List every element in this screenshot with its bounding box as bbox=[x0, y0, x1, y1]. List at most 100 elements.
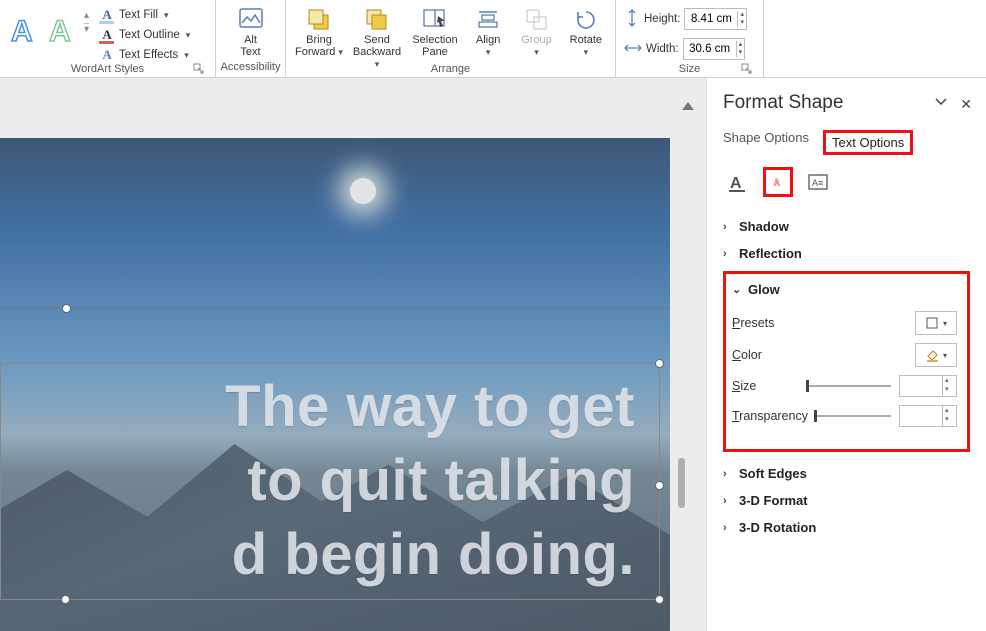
wordart-dialog-launcher[interactable] bbox=[193, 63, 205, 75]
send-backward-button[interactable]: SendBackward ▾ bbox=[352, 4, 402, 70]
spinner-down[interactable]: ▾ bbox=[738, 19, 746, 27]
glow-presets-label: Presets bbox=[732, 316, 774, 330]
size-group-label: Size bbox=[679, 63, 700, 75]
pane-title: Format Shape bbox=[723, 92, 970, 114]
chevron-down-icon: ▾ bbox=[186, 30, 191, 41]
section-soft-edges[interactable]: ›Soft Edges bbox=[723, 460, 970, 487]
text-fill-outline-tab[interactable]: A bbox=[723, 167, 753, 197]
paint-bucket-icon bbox=[925, 348, 939, 362]
svg-text:A: A bbox=[730, 175, 742, 192]
chevron-down-icon: ▾ bbox=[943, 319, 947, 328]
text-line3: d begin doing. bbox=[1, 518, 635, 592]
text-effects-icon: A bbox=[99, 47, 115, 63]
text-outline-menu[interactable]: A Text Outline ▾ bbox=[97, 26, 192, 44]
group-arrange: BringForward ▾ SendBackward ▾ SelectionP… bbox=[286, 0, 616, 77]
glow-highlight: ⌄Glow Presets ▾ Color ▾ Size bbox=[723, 271, 970, 452]
text-fill-icon: A bbox=[99, 7, 115, 23]
selection-pane-button[interactable]: SelectionPane bbox=[410, 4, 460, 58]
text-effects-tab[interactable]: A bbox=[763, 167, 793, 197]
section-3d-format[interactable]: ›3-D Format bbox=[723, 487, 970, 514]
align-icon bbox=[474, 6, 502, 32]
glow-presets-picker[interactable]: ▾ bbox=[915, 311, 957, 335]
alt-text-button[interactable]: AltText bbox=[225, 4, 277, 58]
chevron-down-icon: ▾ bbox=[164, 10, 169, 21]
pane-close-icon[interactable]: ✕ bbox=[960, 96, 972, 113]
height-label: Height: bbox=[644, 13, 680, 25]
wordart-preset-green[interactable]: A bbox=[46, 8, 76, 53]
rotate-button[interactable]: Rotate▾ bbox=[565, 4, 607, 58]
selection-handle[interactable] bbox=[655, 359, 664, 368]
spinner-up[interactable]: ▴ bbox=[943, 406, 951, 415]
selection-handle[interactable] bbox=[61, 595, 70, 604]
width-label: Width: bbox=[646, 43, 679, 55]
spinner-down[interactable]: ▾ bbox=[943, 385, 951, 394]
chevron-down-icon: ▾ bbox=[184, 50, 189, 61]
spinner-up[interactable]: ▴ bbox=[943, 376, 951, 385]
svg-text:A: A bbox=[11, 15, 33, 48]
section-reflection[interactable]: ›Reflection bbox=[723, 240, 970, 267]
align-button[interactable]: Align▾ bbox=[468, 4, 508, 58]
selection-handle[interactable] bbox=[655, 595, 664, 604]
spinner-down[interactable]: ▾ bbox=[943, 415, 951, 424]
glow-transparency-slider[interactable] bbox=[814, 414, 891, 418]
arrange-group-label: Arrange bbox=[431, 63, 470, 75]
section-glow[interactable]: ⌄Glow bbox=[732, 282, 957, 303]
group-icon bbox=[523, 6, 551, 32]
workspace: The way to get to quit talking d begin d… bbox=[0, 78, 986, 631]
spinner-down[interactable]: ▾ bbox=[737, 49, 745, 57]
scrollbar-up-icon[interactable] bbox=[682, 102, 694, 110]
wordart-group-label: WordArt Styles bbox=[71, 63, 144, 75]
svg-text:A: A bbox=[774, 177, 781, 187]
text-line1: The way to get bbox=[1, 370, 635, 444]
width-input[interactable] bbox=[684, 43, 736, 55]
glow-size-input[interactable]: ▴▾ bbox=[899, 375, 957, 397]
width-spinner[interactable]: ▴▾ bbox=[683, 38, 746, 60]
bring-forward-button[interactable]: BringForward ▾ bbox=[294, 4, 344, 58]
section-3d-rotation[interactable]: ›3-D Rotation bbox=[723, 514, 970, 541]
text-effects-label: Text Effects bbox=[119, 49, 178, 61]
accessibility-group-label: Accessibility bbox=[221, 61, 281, 73]
spinner-up[interactable]: ▴ bbox=[738, 11, 746, 19]
pane-options-chevron[interactable] bbox=[934, 96, 948, 110]
selection-pane-icon bbox=[421, 6, 449, 32]
section-shadow[interactable]: ›Shadow bbox=[723, 213, 970, 240]
spinner-up[interactable]: ▴ bbox=[737, 41, 745, 49]
height-input[interactable] bbox=[685, 13, 737, 25]
glow-transparency-input[interactable]: ▴▾ bbox=[899, 405, 957, 427]
text-line2: to quit talking bbox=[1, 444, 635, 518]
send-backward-icon bbox=[363, 6, 391, 32]
rotate-icon bbox=[572, 6, 600, 32]
text-fill-menu[interactable]: A Text Fill ▾ bbox=[97, 6, 192, 24]
textbox-tab[interactable]: A≡ bbox=[803, 167, 833, 197]
selection-handle[interactable] bbox=[62, 304, 71, 313]
text-box[interactable]: The way to get to quit talking d begin d… bbox=[0, 363, 660, 600]
glow-transparency-label: Transparency bbox=[732, 409, 810, 423]
group-size: Height: ▴▾ Width: ▴▾ Size bbox=[616, 0, 764, 77]
svg-text:A: A bbox=[49, 15, 71, 48]
tab-text-options[interactable]: Text Options bbox=[823, 130, 913, 155]
format-shape-pane: Format Shape ✕ Shape Options Text Option… bbox=[706, 78, 986, 631]
height-spinner[interactable]: ▴▾ bbox=[684, 8, 747, 30]
size-dialog-launcher[interactable] bbox=[741, 63, 753, 75]
slide-image: The way to get to quit talking d begin d… bbox=[0, 138, 670, 631]
glow-size-label: Size bbox=[732, 379, 794, 393]
bring-forward-icon bbox=[305, 6, 333, 32]
slide-canvas[interactable]: The way to get to quit talking d begin d… bbox=[0, 78, 706, 631]
glow-color-label: Color bbox=[732, 348, 762, 362]
alt-text-icon bbox=[237, 6, 265, 32]
glow-color-picker[interactable]: ▾ bbox=[915, 343, 957, 367]
height-icon bbox=[624, 9, 640, 30]
presets-icon bbox=[925, 316, 939, 330]
group-accessibility: AltText Accessibility bbox=[216, 0, 286, 77]
chevron-down-icon: ▾ bbox=[943, 351, 947, 360]
wordart-gallery-more[interactable]: ▴▾ bbox=[84, 10, 89, 35]
text-fill-label: Text Fill bbox=[119, 9, 158, 21]
tab-shape-options[interactable]: Shape Options bbox=[723, 130, 809, 155]
text-outline-icon: A bbox=[99, 27, 115, 43]
group-button: Group▾ bbox=[516, 4, 556, 58]
glow-size-slider[interactable] bbox=[806, 384, 891, 388]
ribbon: A A ▴▾ A Text Fill ▾ A Text Outline ▾ bbox=[0, 0, 986, 78]
width-icon bbox=[624, 40, 642, 59]
scrollbar-thumb[interactable] bbox=[678, 458, 685, 508]
wordart-preset-blue[interactable]: A bbox=[8, 8, 38, 53]
